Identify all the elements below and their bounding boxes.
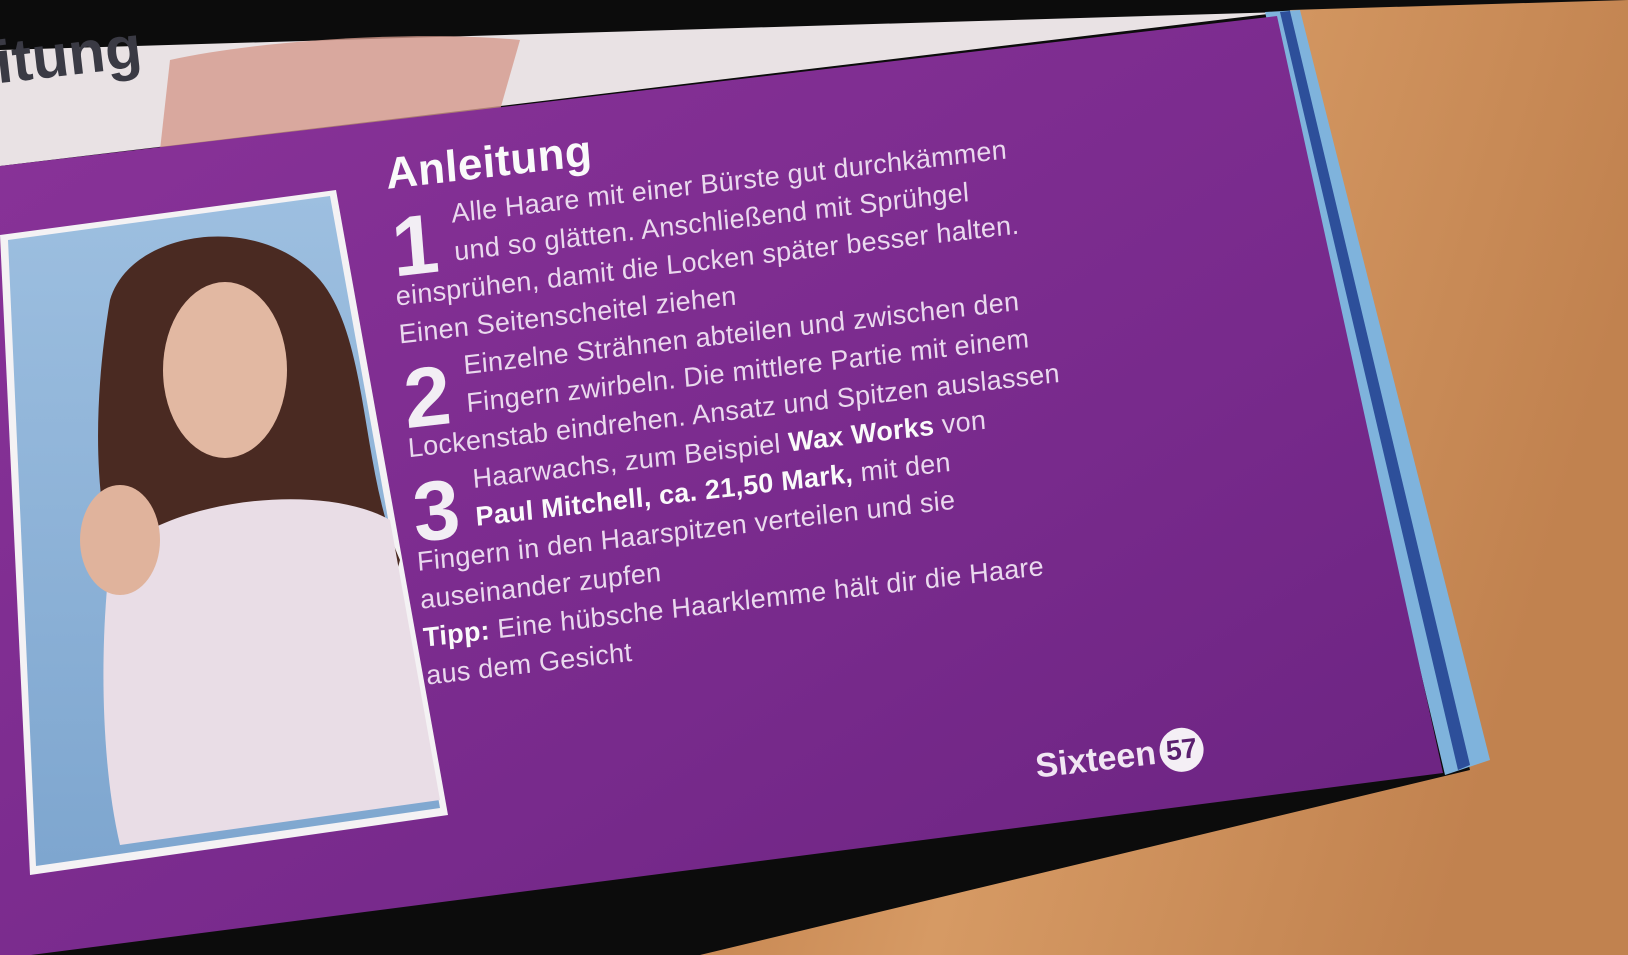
model-face bbox=[163, 282, 287, 458]
step-number: 3 bbox=[409, 460, 464, 560]
step-number: 2 bbox=[400, 347, 455, 447]
instructions-block: Anleitung 1 Alle Haare mit einer Bürste … bbox=[384, 75, 1079, 695]
model-hand bbox=[80, 485, 160, 595]
tip-label: Tipp: bbox=[422, 615, 491, 653]
page-number: 57 bbox=[1157, 725, 1206, 775]
text-span: von bbox=[932, 404, 988, 441]
step-number: 1 bbox=[388, 195, 443, 295]
